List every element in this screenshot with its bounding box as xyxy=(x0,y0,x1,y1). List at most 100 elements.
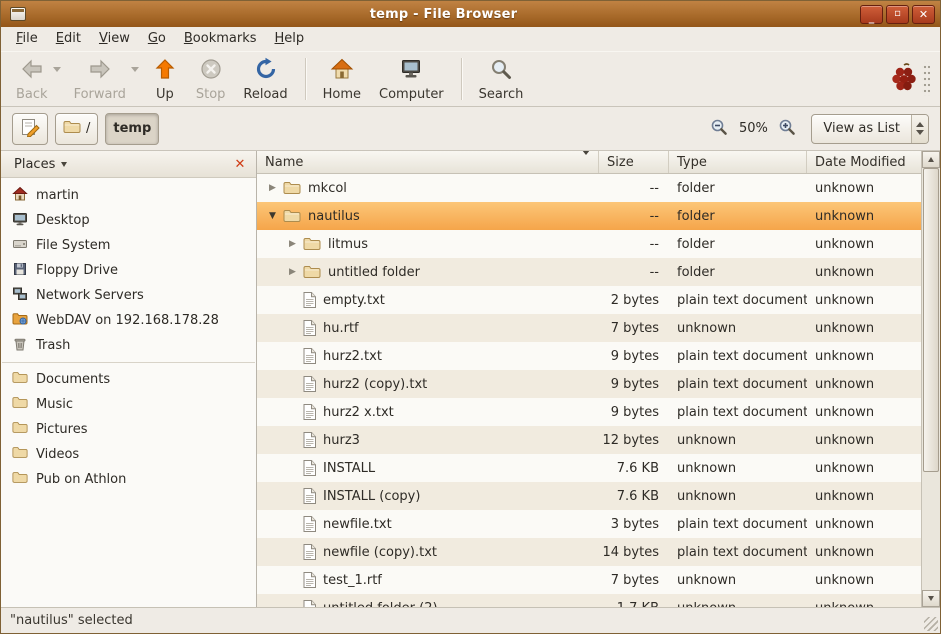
computer-button[interactable]: Computer xyxy=(370,54,453,104)
titlebar[interactable]: temp - File Browser _ ▫ ✕ xyxy=(1,1,940,27)
back-button[interactable]: Back xyxy=(7,54,57,104)
home-button[interactable]: Home xyxy=(314,54,370,104)
minimize-button[interactable]: _ xyxy=(860,5,883,24)
file-name: hurz2.txt xyxy=(323,349,382,364)
place-label: Documents xyxy=(36,372,110,387)
file-type: plain text document xyxy=(669,293,807,308)
search-button[interactable]: Search xyxy=(470,54,533,104)
column-label: Type xyxy=(677,155,707,170)
table-row[interactable]: hurz3 12 bytes unknown unknown xyxy=(257,426,921,454)
file-icon xyxy=(303,376,316,392)
back-dropdown-icon[interactable] xyxy=(53,72,61,87)
column-label: Name xyxy=(265,155,303,170)
sidebar-item-network-servers[interactable]: Network Servers xyxy=(1,283,256,308)
zoom-out-button[interactable] xyxy=(710,118,728,140)
sidebar-item-videos[interactable]: Videos xyxy=(1,442,256,467)
minimize-glyph: _ xyxy=(869,12,875,23)
path-root-button[interactable]: / xyxy=(55,113,98,145)
sidebar-close-icon[interactable]: ✕ xyxy=(231,155,249,173)
file-size: -- xyxy=(599,237,669,252)
file-type: folder xyxy=(669,209,807,224)
zoom-in-button[interactable] xyxy=(778,118,796,140)
scrollbar-thumb[interactable] xyxy=(923,168,939,472)
file-name: test_1.rtf xyxy=(323,573,382,588)
sidebar-item-webdav[interactable]: WebDAV on 192.168.178.28 xyxy=(1,308,256,333)
sidebar-item-file-system[interactable]: File System xyxy=(1,233,256,258)
path-current-button[interactable]: temp xyxy=(105,113,159,145)
table-row[interactable]: untitled folder (2) 1.7 KB unknown unkno… xyxy=(257,594,921,607)
cell-name: test_1.rtf xyxy=(257,566,599,594)
column-header-date-modified[interactable]: Date Modified xyxy=(807,151,921,173)
stop-button[interactable]: Stop xyxy=(187,54,235,104)
sidebar-item-documents[interactable]: Documents xyxy=(1,367,256,392)
folder-icon xyxy=(12,446,28,463)
cell-name: hurz2.txt xyxy=(257,342,599,370)
sidebar-pane-select[interactable]: Places xyxy=(8,155,73,174)
table-row[interactable]: empty.txt 2 bytes plain text document un… xyxy=(257,286,921,314)
search-label: Search xyxy=(479,87,524,102)
sidebar-item-trash[interactable]: Trash xyxy=(1,333,256,358)
forward-dropdown-icon[interactable] xyxy=(131,72,139,87)
file-type: plain text document xyxy=(669,545,807,560)
sidebar-item-pictures[interactable]: Pictures xyxy=(1,417,256,442)
table-row[interactable]: newfile.txt 3 bytes plain text document … xyxy=(257,510,921,538)
menu-view[interactable]: View xyxy=(90,27,139,51)
toolbar-handle[interactable] xyxy=(922,62,930,96)
table-row[interactable]: ▶ untitled folder -- folder unknown xyxy=(257,258,921,286)
menu-file[interactable]: File xyxy=(7,27,47,51)
expander-icon[interactable]: ▶ xyxy=(283,267,302,277)
sidebar-item-pub-on-athlon[interactable]: Pub on Athlon xyxy=(1,467,256,492)
stop-label: Stop xyxy=(196,87,226,102)
expander-icon[interactable]: ▶ xyxy=(283,239,302,249)
scrollbar-trough[interactable] xyxy=(922,168,940,590)
file-size: -- xyxy=(599,181,669,196)
scroll-down-icon[interactable] xyxy=(922,590,940,607)
zoom-level: 50% xyxy=(737,121,769,136)
column-header-name[interactable]: Name xyxy=(257,151,599,173)
table-row[interactable]: ▶ litmus -- folder unknown xyxy=(257,230,921,258)
expander-icon[interactable]: ▼ xyxy=(263,211,282,221)
file-size: 3 bytes xyxy=(599,517,669,532)
table-row[interactable]: newfile (copy).txt 14 bytes plain text d… xyxy=(257,538,921,566)
up-button[interactable]: Up xyxy=(143,54,187,104)
sidebar-item-music[interactable]: Music xyxy=(1,392,256,417)
table-row[interactable]: INSTALL 7.6 KB unknown unknown xyxy=(257,454,921,482)
file-name: newfile (copy).txt xyxy=(323,545,437,560)
place-label: Pub on Athlon xyxy=(36,472,126,487)
place-label: Floppy Drive xyxy=(36,263,118,278)
column-header-size[interactable]: Size xyxy=(599,151,669,173)
menu-bookmarks[interactable]: Bookmarks xyxy=(175,27,266,51)
scroll-up-icon[interactable] xyxy=(922,151,940,168)
column-label: Size xyxy=(607,155,634,170)
expander-icon[interactable]: ▶ xyxy=(263,183,282,193)
view-mode-select[interactable]: View as List xyxy=(811,114,929,144)
table-row[interactable]: ▼ nautilus -- folder unknown xyxy=(257,202,921,230)
table-row[interactable]: INSTALL (copy) 7.6 KB unknown unknown xyxy=(257,482,921,510)
table-row[interactable]: hurz2 (copy).txt 9 bytes plain text docu… xyxy=(257,370,921,398)
table-row[interactable]: ▶ mkcol -- folder unknown xyxy=(257,174,921,202)
toolbar-separator xyxy=(461,58,462,100)
forward-button[interactable]: Forward xyxy=(65,54,135,104)
file-modified: unknown xyxy=(807,489,921,504)
file-size: 14 bytes xyxy=(599,545,669,560)
home-icon xyxy=(330,57,354,85)
column-header-type[interactable]: Type xyxy=(669,151,807,173)
file-icon xyxy=(303,348,316,364)
table-row[interactable]: hu.rtf 7 bytes unknown unknown xyxy=(257,314,921,342)
close-button[interactable]: ✕ xyxy=(912,5,935,24)
file-modified: unknown xyxy=(807,265,921,280)
resize-grip[interactable] xyxy=(924,617,938,631)
sidebar-item-martin[interactable]: martin xyxy=(1,183,256,208)
vertical-scrollbar[interactable] xyxy=(921,151,940,607)
menu-help[interactable]: Help xyxy=(266,27,314,51)
toggle-location-entry-button[interactable] xyxy=(12,113,48,145)
table-row[interactable]: hurz2 x.txt 9 bytes plain text document … xyxy=(257,398,921,426)
sidebar-item-floppy-drive[interactable]: Floppy Drive xyxy=(1,258,256,283)
table-row[interactable]: hurz2.txt 9 bytes plain text document un… xyxy=(257,342,921,370)
menu-go[interactable]: Go xyxy=(139,27,175,51)
table-row[interactable]: test_1.rtf 7 bytes unknown unknown xyxy=(257,566,921,594)
maximize-button[interactable]: ▫ xyxy=(886,5,909,24)
reload-button[interactable]: Reload xyxy=(234,54,296,104)
sidebar-item-desktop[interactable]: Desktop xyxy=(1,208,256,233)
menu-edit[interactable]: Edit xyxy=(47,27,90,51)
